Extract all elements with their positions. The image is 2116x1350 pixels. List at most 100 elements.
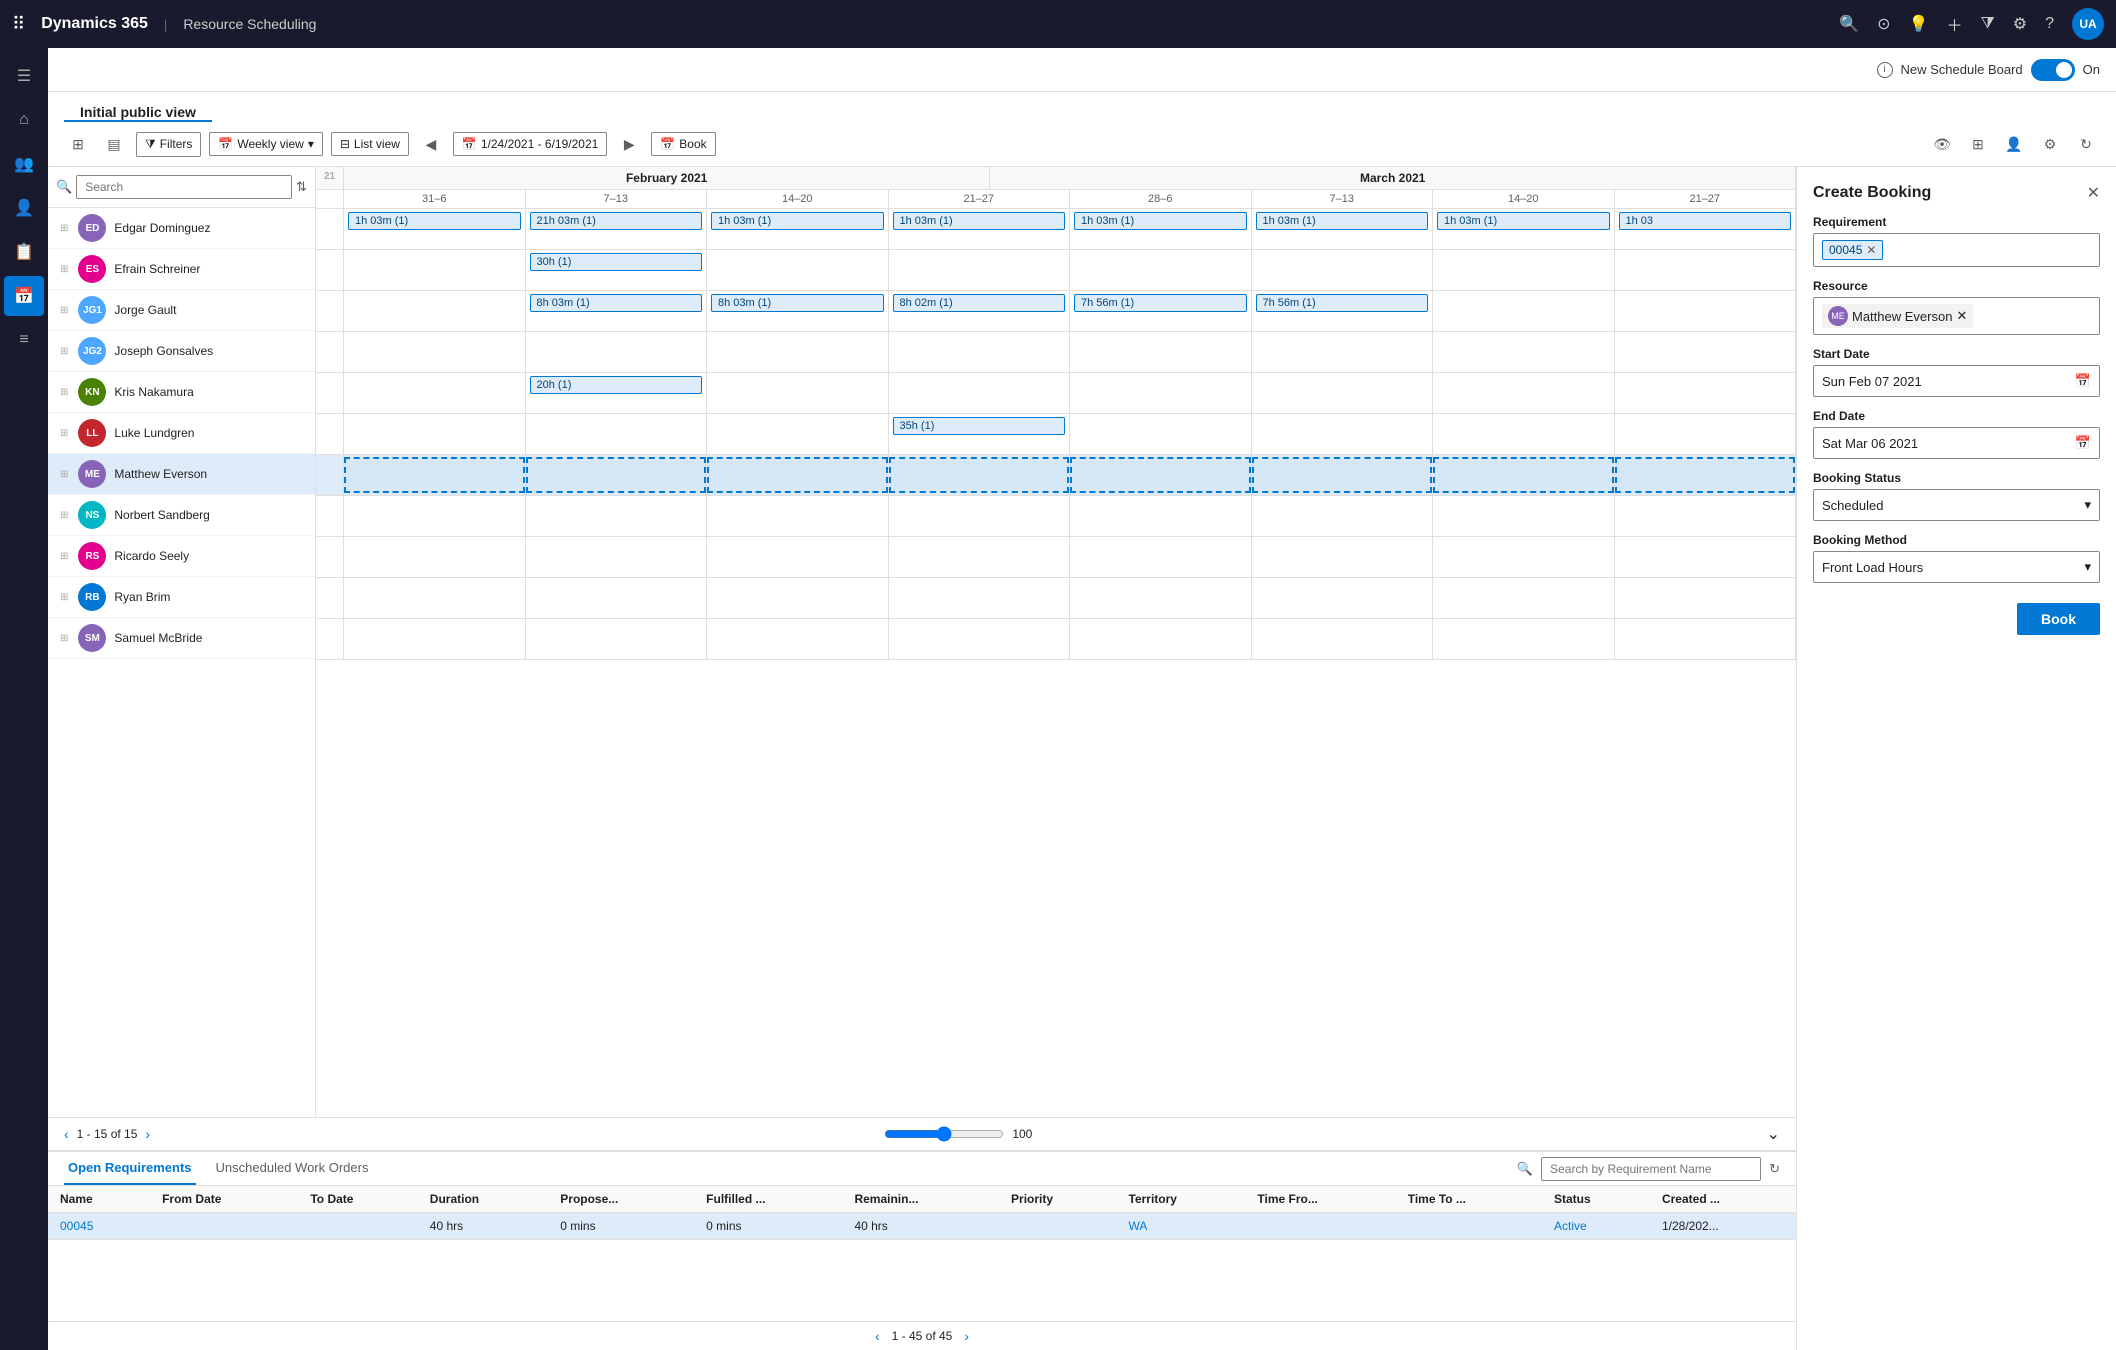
calendar-cell[interactable] (707, 414, 889, 454)
sidebar-item-people[interactable]: 👥 (4, 144, 44, 184)
calendar-cell[interactable] (889, 537, 1071, 577)
search-icon[interactable]: 🔍 (1839, 14, 1859, 34)
calendar-cell[interactable] (1070, 578, 1252, 618)
resource-item[interactable]: ⊞ KN Kris Nakamura (48, 372, 315, 413)
calendar-cell[interactable] (1070, 496, 1252, 536)
calendar-cell[interactable] (707, 537, 889, 577)
expand-icon[interactable]: ⊞ (64, 130, 92, 158)
calendar-cell[interactable]: 1h 03m (1) (344, 209, 526, 249)
calendar-cell[interactable] (1070, 537, 1252, 577)
calendar-cell[interactable]: 1h 03m (1) (1070, 209, 1252, 249)
requirement-search-input[interactable] (1541, 1157, 1761, 1181)
calendar-cell[interactable] (1615, 537, 1797, 577)
collapse-icon[interactable]: ▤ (100, 130, 128, 158)
sidebar-item-menu[interactable]: ☰ (4, 56, 44, 96)
booking-pill[interactable]: 7h 56m (1) (1074, 294, 1247, 312)
calendar-cell[interactable]: 35h (1) (889, 414, 1071, 454)
calendar-cell[interactable] (1252, 250, 1434, 290)
booking-pill[interactable]: 1h 03 (1619, 212, 1792, 230)
settings-icon[interactable]: ⚙ (2013, 14, 2027, 34)
refresh-req-icon[interactable]: ↻ (1769, 1161, 1780, 1177)
calendar-cell[interactable] (1433, 250, 1615, 290)
calendar-cell[interactable] (1615, 291, 1797, 331)
sidebar-item-calendar[interactable]: 📅 (4, 276, 44, 316)
calendar-cell[interactable] (1070, 619, 1252, 659)
calendar-cell[interactable] (707, 578, 889, 618)
calendar-cell[interactable] (344, 291, 526, 331)
zoom-slider[interactable] (884, 1126, 1004, 1142)
calendar-cell[interactable] (526, 332, 708, 372)
calendar-cell[interactable] (526, 619, 708, 659)
prev-page-button[interactable]: ‹ (64, 1126, 69, 1142)
calendar-cell[interactable] (707, 250, 889, 290)
resource-item[interactable]: ⊞ SM Samuel McBride (48, 618, 315, 659)
calendar-cell[interactable] (1070, 455, 1252, 495)
next-date-button[interactable]: ▶ (615, 130, 643, 158)
req-link[interactable]: 00045 (60, 1219, 93, 1233)
booking-pill[interactable]: 35h (1) (893, 417, 1066, 435)
calendar-cell[interactable] (344, 332, 526, 372)
calendar-cell[interactable] (344, 373, 526, 413)
calendar-cell[interactable] (1252, 455, 1434, 495)
booking-status-select[interactable]: Scheduled ▾ (1813, 489, 2100, 521)
calendar-cell[interactable] (526, 455, 708, 495)
booking-pill[interactable]: 20h (1) (530, 376, 703, 394)
calendar-cell[interactable] (526, 578, 708, 618)
calendar-end-icon[interactable]: 📅 (2075, 435, 2091, 451)
calendar-cell[interactable] (1252, 332, 1434, 372)
resource-item[interactable]: ⊞ ED Edgar Dominguez (48, 208, 315, 249)
list-view-button[interactable]: ⊟ List view (331, 132, 409, 156)
tab-open-requirements[interactable]: Open Requirements (64, 1152, 196, 1185)
calendar-cell[interactable] (344, 414, 526, 454)
sidebar-item-home[interactable]: ⌂ (4, 100, 44, 140)
calendar-cell[interactable] (889, 578, 1071, 618)
eye-icon[interactable]: 👁 (1928, 130, 1956, 158)
calendar-cell[interactable]: 8h 02m (1) (889, 291, 1071, 331)
calendar-cell[interactable] (1615, 414, 1797, 454)
territory-link[interactable]: WA (1129, 1219, 1148, 1233)
table-next-button[interactable]: › (964, 1328, 969, 1344)
booking-pill[interactable]: 1h 03m (1) (1256, 212, 1429, 230)
lightbulb-icon[interactable]: 💡 (1909, 14, 1929, 34)
calendar-cell[interactable] (1252, 619, 1434, 659)
close-panel-button[interactable]: ✕ (2087, 183, 2100, 203)
calendar-cell[interactable] (1433, 455, 1615, 495)
calendar-cell[interactable] (1070, 414, 1252, 454)
calendar-cell[interactable] (1252, 537, 1434, 577)
calendar-cell[interactable] (1433, 373, 1615, 413)
calendar-cell[interactable]: 1h 03m (1) (1252, 209, 1434, 249)
calendar-cell[interactable] (344, 578, 526, 618)
resource-item[interactable]: ⊞ NS Norbert Sandberg (48, 495, 315, 536)
calendar-cell[interactable] (1433, 619, 1615, 659)
booking-pill[interactable]: 8h 03m (1) (530, 294, 703, 312)
sort-icon[interactable]: ⇅ (296, 179, 307, 195)
calendar-cell[interactable] (1252, 496, 1434, 536)
sidebar-item-list[interactable]: ≡ (4, 320, 44, 360)
booking-method-select[interactable]: Front Load Hours ▾ (1813, 551, 2100, 583)
booking-pill[interactable]: 8h 02m (1) (893, 294, 1066, 312)
calendar-cell[interactable]: 1h 03m (1) (707, 209, 889, 249)
booking-pill[interactable]: 21h 03m (1) (530, 212, 703, 230)
person-icon[interactable]: 👤 (2000, 130, 2028, 158)
toolbar-settings-icon[interactable]: ⚙ (2036, 130, 2064, 158)
calendar-cell[interactable] (344, 537, 526, 577)
info-icon[interactable]: i (1877, 62, 1893, 78)
calendar-cell[interactable] (889, 455, 1071, 495)
calendar-cell[interactable] (1070, 332, 1252, 372)
calendar-cell[interactable] (889, 619, 1071, 659)
collapse-bottom-icon[interactable]: ⌄ (1767, 1124, 1780, 1144)
start-date-field[interactable]: Sun Feb 07 2021 📅 (1813, 365, 2100, 397)
book-toolbar-button[interactable]: 📅 Book (651, 132, 715, 156)
sidebar-item-user[interactable]: 👤 (4, 188, 44, 228)
calendar-cell[interactable] (1433, 578, 1615, 618)
calendar-cell[interactable] (1070, 373, 1252, 413)
calendar-cell[interactable] (1615, 250, 1797, 290)
calendar-cell[interactable] (1433, 291, 1615, 331)
calendar-cell[interactable] (889, 496, 1071, 536)
filters-button[interactable]: ⧩ Filters (136, 132, 201, 157)
calendar-cell[interactable] (1615, 373, 1797, 413)
user-avatar[interactable]: UA (2072, 8, 2104, 40)
calendar-cell[interactable] (707, 373, 889, 413)
resource-search-input[interactable] (76, 175, 292, 199)
calendar-cell[interactable] (1615, 619, 1797, 659)
